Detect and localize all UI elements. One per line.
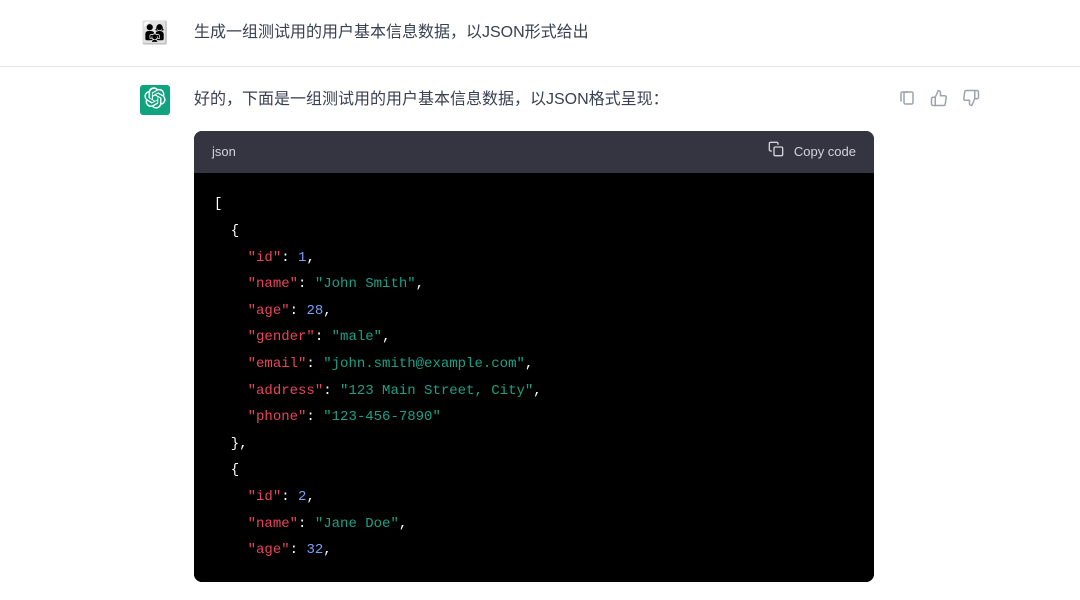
code-line: {	[214, 457, 854, 484]
code-line: "address": "123 Main Street, City",	[214, 378, 854, 405]
code-line: "phone": "123-456-7890"	[214, 404, 854, 431]
user-message-content: 生成一组测试用的用户基本信息数据，以JSON形式给出	[194, 18, 940, 46]
chat-container: 👨‍👩‍👧 生成一组测试用的用户基本信息数据，以JSON形式给出 好的，下面是一…	[0, 0, 1080, 600]
assistant-intro-text: 好的，下面是一组测试用的用户基本信息数据，以JSON格式呈现：	[194, 87, 874, 113]
code-line: },	[214, 431, 854, 458]
code-line: "id": 1,	[214, 245, 854, 272]
code-line: "id": 2,	[214, 484, 854, 511]
code-line: "age": 28,	[214, 298, 854, 325]
clipboard-icon[interactable]	[898, 89, 916, 107]
code-line: {	[214, 218, 854, 245]
code-line: [	[214, 191, 854, 218]
user-avatar-icon: 👨‍👩‍👧	[141, 20, 168, 46]
code-body: [ { "id": 1, "name": "John Smith", "age"…	[194, 173, 874, 581]
message-actions	[898, 85, 980, 107]
code-language-label: json	[212, 142, 236, 163]
thumbs-down-icon[interactable]	[962, 89, 980, 107]
copy-code-button[interactable]: Copy code	[768, 141, 856, 164]
code-line: "age": 32,	[214, 537, 854, 564]
clipboard-icon	[768, 141, 784, 164]
copy-code-label: Copy code	[794, 142, 856, 163]
code-line: "gender": "male",	[214, 324, 854, 351]
assistant-message-row: 好的，下面是一组测试用的用户基本信息数据，以JSON格式呈现： json Cop…	[0, 67, 1080, 600]
assistant-avatar	[140, 85, 170, 115]
code-line: "name": "John Smith",	[214, 271, 854, 298]
code-line: "email": "john.smith@example.com",	[214, 351, 854, 378]
user-avatar: 👨‍👩‍👧	[140, 18, 170, 48]
code-header: json Copy code	[194, 131, 874, 174]
code-line: "name": "Jane Doe",	[214, 511, 854, 538]
user-message-text: 生成一组测试用的用户基本信息数据，以JSON形式给出	[194, 20, 940, 46]
thumbs-up-icon[interactable]	[930, 89, 948, 107]
assistant-message-content: 好的，下面是一组测试用的用户基本信息数据，以JSON格式呈现： json Cop…	[194, 85, 874, 582]
assistant-avatar-icon	[144, 87, 166, 114]
code-block: json Copy code [ { "id": 1, "name": "Joh…	[194, 131, 874, 582]
user-message-row: 👨‍👩‍👧 生成一组测试用的用户基本信息数据，以JSON形式给出	[0, 0, 1080, 67]
